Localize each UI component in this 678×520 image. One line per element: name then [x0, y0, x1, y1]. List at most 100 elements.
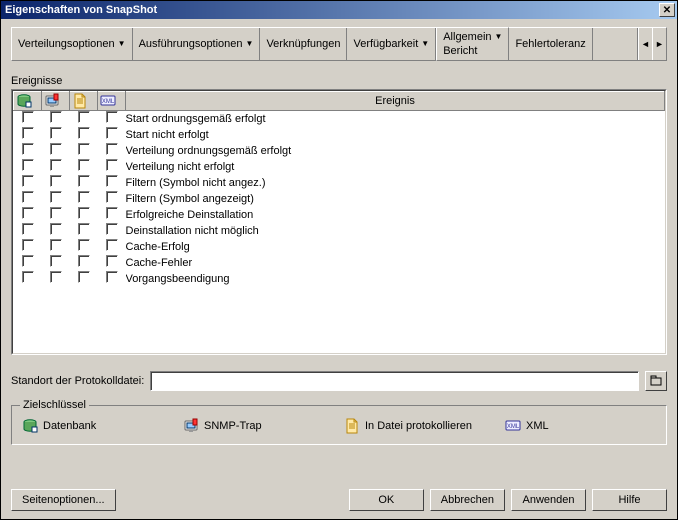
event-checkbox-cell [42, 207, 70, 223]
column-header-db-icon[interactable] [14, 92, 42, 111]
browse-button[interactable] [645, 371, 667, 391]
event-label: Verteilung ordnungsgemäß erfolgt [126, 143, 665, 159]
event-checkbox[interactable] [106, 159, 118, 171]
properties-dialog: Eigenschaften von SnapShot ✕ Verteilungs… [0, 0, 678, 520]
event-checkbox[interactable] [22, 255, 34, 267]
event-checkbox[interactable] [106, 271, 118, 283]
event-checkbox[interactable] [50, 207, 62, 219]
event-checkbox-cell [14, 191, 42, 207]
event-checkbox[interactable] [106, 175, 118, 187]
event-checkbox[interactable] [106, 143, 118, 155]
event-checkbox[interactable] [22, 159, 34, 171]
event-checkbox[interactable] [78, 223, 90, 235]
event-checkbox[interactable] [50, 111, 62, 123]
column-header-snmp-icon[interactable] [42, 92, 70, 111]
table-row: Erfolgreiche Deinstallation [14, 207, 665, 223]
tab-verteilungsoptionen[interactable]: Verteilungsoptionen▼ [12, 28, 133, 60]
event-checkbox[interactable] [78, 191, 90, 203]
event-checkbox[interactable] [50, 223, 62, 235]
tab-label: Verknüpfungen [266, 37, 340, 51]
event-checkbox[interactable] [106, 223, 118, 235]
event-checkbox[interactable] [50, 127, 62, 139]
tab-scroll: ◄ ► [637, 28, 666, 60]
tab-verkn-pfungen[interactable]: Verknüpfungen [260, 28, 347, 60]
legend-label: Datenbank [43, 420, 96, 432]
log-path-input[interactable] [150, 371, 639, 391]
event-checkbox[interactable] [50, 255, 62, 267]
event-checkbox[interactable] [50, 159, 62, 171]
event-checkbox[interactable] [22, 111, 34, 123]
event-checkbox[interactable] [106, 207, 118, 219]
event-checkbox[interactable] [22, 191, 34, 203]
event-checkbox-cell [42, 159, 70, 175]
tab-scroll-left[interactable]: ◄ [638, 28, 652, 60]
event-checkbox-cell [42, 175, 70, 191]
window-title: Eigenschaften von SnapShot [5, 4, 659, 16]
event-checkbox[interactable] [78, 255, 90, 267]
event-checkbox-cell [98, 159, 126, 175]
event-checkbox-cell [42, 127, 70, 143]
event-checkbox-cell [42, 271, 70, 287]
event-checkbox[interactable] [78, 143, 90, 155]
event-label: Erfolgreiche Deinstallation [126, 207, 665, 223]
ok-button[interactable]: OK [349, 489, 424, 511]
page-options-button[interactable]: Seitenoptionen... [11, 489, 116, 511]
event-checkbox[interactable] [50, 191, 62, 203]
event-checkbox[interactable] [78, 207, 90, 219]
event-label: Start ordnungsgemäß erfolgt [126, 111, 665, 127]
event-checkbox[interactable] [22, 239, 34, 251]
event-checkbox[interactable] [78, 239, 90, 251]
apply-button[interactable]: Anwenden [511, 489, 586, 511]
event-checkbox[interactable] [106, 239, 118, 251]
event-checkbox[interactable] [22, 271, 34, 283]
tab-fehlertoleranz[interactable]: Fehlertoleranz [509, 28, 592, 60]
event-checkbox-cell [70, 255, 98, 271]
event-checkbox-cell [14, 223, 42, 239]
event-label: Deinstallation nicht möglich [126, 223, 665, 239]
event-checkbox[interactable] [22, 127, 34, 139]
column-header-event[interactable]: Ereignis [126, 92, 665, 111]
event-checkbox[interactable] [50, 239, 62, 251]
svg-text:XML: XML [102, 99, 115, 105]
help-button[interactable]: Hilfe [592, 489, 667, 511]
event-checkbox[interactable] [50, 271, 62, 283]
event-checkbox-cell [70, 223, 98, 239]
legend-label: In Datei protokollieren [365, 420, 472, 432]
event-checkbox[interactable] [78, 111, 90, 123]
tab-ausf-hrungsoptionen[interactable]: Ausführungsoptionen▼ [133, 28, 261, 60]
tab-allgemein[interactable]: Allgemein▼Bericht [436, 27, 509, 61]
cancel-button[interactable]: Abbrechen [430, 489, 505, 511]
file-icon [344, 418, 360, 434]
event-checkbox-cell [14, 239, 42, 255]
column-header-xml-icon[interactable]: XML [98, 92, 126, 111]
event-checkbox[interactable] [106, 191, 118, 203]
event-checkbox[interactable] [78, 175, 90, 187]
event-checkbox[interactable] [50, 143, 62, 155]
event-checkbox[interactable] [22, 143, 34, 155]
event-checkbox[interactable] [106, 111, 118, 123]
event-checkbox[interactable] [50, 175, 62, 187]
event-checkbox[interactable] [22, 175, 34, 187]
file-icon [72, 93, 88, 109]
event-checkbox[interactable] [78, 271, 90, 283]
event-checkbox[interactable] [22, 223, 34, 235]
event-checkbox[interactable] [106, 127, 118, 139]
event-checkbox[interactable] [78, 127, 90, 139]
tab-scroll-right[interactable]: ► [652, 28, 666, 60]
tab-verf-gbarkeit[interactable]: Verfügbarkeit▼ [347, 28, 436, 60]
log-path-row: Standort der Protokolldatei: [11, 371, 667, 391]
legend-item: SNMP-Trap [183, 418, 334, 434]
event-label: Vorgangsbeendigung [126, 271, 665, 287]
event-label: Filtern (Symbol angezeigt) [126, 191, 665, 207]
legend-title: Zielschlüssel [20, 399, 89, 411]
event-checkbox[interactable] [78, 159, 90, 171]
event-checkbox[interactable] [106, 255, 118, 267]
event-label: Start nicht erfolgt [126, 127, 665, 143]
snmp-icon [44, 93, 60, 109]
column-header-file-icon[interactable] [70, 92, 98, 111]
event-checkbox-cell [70, 191, 98, 207]
tab-strip: Verteilungsoptionen▼Ausführungsoptionen▼… [11, 27, 667, 61]
close-button[interactable]: ✕ [659, 3, 675, 17]
event-checkbox[interactable] [22, 207, 34, 219]
event-checkbox-cell [42, 143, 70, 159]
